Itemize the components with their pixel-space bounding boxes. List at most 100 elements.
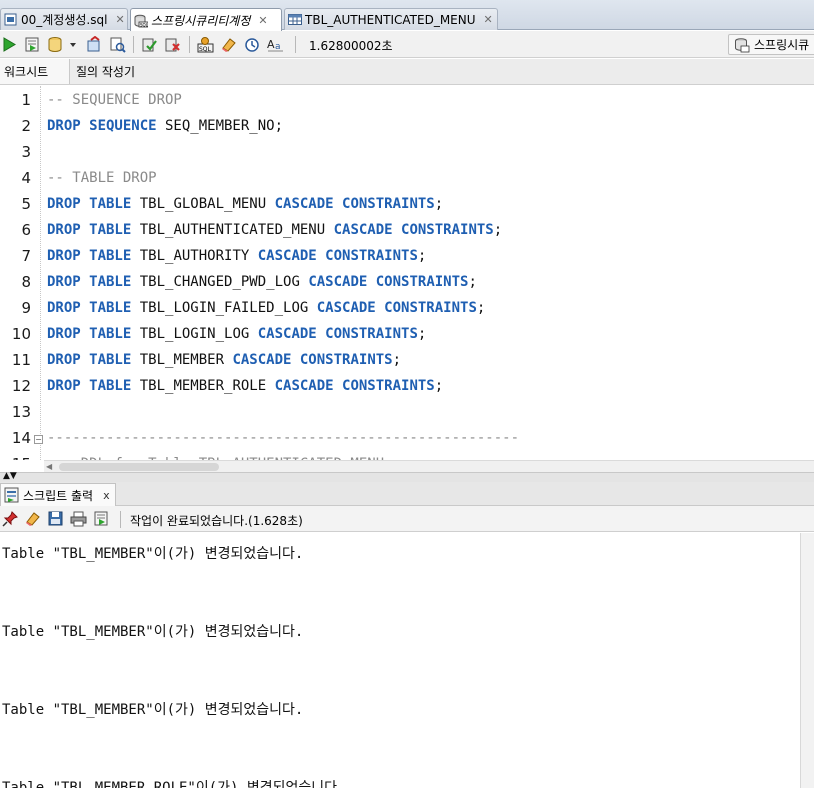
sql-keyword: DROP TABLE <box>47 222 132 238</box>
sql-identifier: ; <box>468 274 477 290</box>
print-icon[interactable] <box>70 510 87 527</box>
rollback-icon[interactable] <box>164 36 181 53</box>
code-line[interactable]: DROP TABLE TBL_AUTHORITY CASCADE CONSTRA… <box>47 248 426 264</box>
history-icon[interactable] <box>243 36 260 53</box>
code-line[interactable]: DROP TABLE TBL_LOGIN_LOG CASCADE CONSTRA… <box>47 326 426 342</box>
sql-keyword: CASCADE CONSTRAINTS <box>232 352 393 368</box>
connection-selector[interactable]: 스프링시큐 <box>728 34 814 55</box>
sql-identifier: ; <box>493 222 503 238</box>
save-icon[interactable] <box>47 510 64 527</box>
sql-identifier: TBL_CHANGED_PWD_LOG <box>131 274 309 290</box>
sql-keyword: DROP TABLE <box>47 274 132 290</box>
sql-identifier: ; <box>434 196 444 212</box>
code-line[interactable]: ----------------------------------------… <box>47 430 519 446</box>
tab-query-builder[interactable]: 질의 작성기 <box>72 59 139 84</box>
scroll-left-icon[interactable]: ◀ <box>46 462 52 471</box>
sql-identifier: TBL_LOGIN_FAILED_LOG <box>131 300 317 316</box>
line-number: 7 <box>21 247 31 265</box>
explain-plan-icon[interactable] <box>109 36 126 53</box>
code-line[interactable]: DROP TABLE TBL_MEMBER_ROLE CASCADE CONST… <box>47 378 443 394</box>
code-line[interactable]: DROP TABLE TBL_CHANGED_PWD_LOG CASCADE C… <box>47 274 477 290</box>
output-line: Table "TBL_MEMBER"이(가) 변경되었습니다. <box>2 546 304 562</box>
line-number: 11 <box>11 351 31 369</box>
task-status: 작업이 완료되었습니다.(1.628초) <box>130 514 303 528</box>
commit-transaction-icon[interactable] <box>141 36 158 53</box>
sql-comment: ----------------------------------------… <box>47 430 520 446</box>
code-line[interactable]: DROP TABLE TBL_GLOBAL_MENU CASCADE CONST… <box>47 196 443 212</box>
script-output-icon <box>4 487 20 503</box>
gutter-divider <box>40 86 41 460</box>
run-script-icon[interactable] <box>24 36 41 53</box>
pin-icon[interactable] <box>2 510 19 527</box>
output-toolbar: 작업이 완료되었습니다.(1.628초) <box>0 506 814 532</box>
db-connection-icon <box>734 37 750 53</box>
line-number: 3 <box>21 143 31 161</box>
worksheet-toolbar: SQL Aa 1.62800002초 스프링시큐 <box>0 31 814 58</box>
code-line[interactable]: -- TABLE DROP <box>47 170 157 186</box>
document-tab-bar: 00_계정생성.sql ✕ SQL 스프링시큐리티계정 ✕ TBL_AUTHEN… <box>0 0 814 31</box>
clear-eraser-icon[interactable] <box>220 36 237 53</box>
sql-identifier: TBL_LOGIN_LOG <box>131 326 258 342</box>
line-number: 13 <box>11 403 31 421</box>
sql-keyword: CASCADE CONSTRAINTS <box>257 248 418 264</box>
chevron-down-icon[interactable] <box>67 36 79 53</box>
output-line: Table "TBL_MEMBER"이(가) 변경되었습니다. <box>2 624 304 640</box>
close-icon[interactable]: ✕ <box>258 14 267 27</box>
sql-identifier: ; <box>392 352 402 368</box>
connection-name: 스프링시큐 <box>754 38 810 52</box>
code-line[interactable]: DROP TABLE TBL_AUTHENTICATED_MENU CASCAD… <box>47 222 502 238</box>
editor-horizontal-scrollbar[interactable]: ◀ <box>44 460 814 472</box>
close-icon[interactable]: ✕ <box>115 13 124 26</box>
editor-mode-tabs: 워크시트 질의 작성기 <box>0 59 814 85</box>
sql-keyword: DROP TABLE <box>47 300 132 316</box>
tab-label: 스프링시큐리티계정 <box>151 13 251 28</box>
tab-ddl-sql-file[interactable]: 00_계정생성.sql ✕ <box>0 8 128 30</box>
commit-icon[interactable] <box>86 35 103 53</box>
close-icon[interactable]: ✕ <box>484 13 493 26</box>
tab-worksheet[interactable]: 워크시트 <box>0 59 70 84</box>
sql-tuning-icon[interactable]: SQL <box>197 36 214 53</box>
script-output-area[interactable]: Table "TBL_MEMBER"이(가) 변경되었습니다. Table "T… <box>0 533 800 788</box>
sql-keyword: CASCADE CONSTRAINTS <box>316 300 477 316</box>
line-number: 4 <box>21 169 31 187</box>
sql-identifier: TBL_AUTHORITY <box>131 248 258 264</box>
line-number: 10 <box>11 325 31 343</box>
database-icon[interactable] <box>47 36 64 53</box>
run-script-icon[interactable] <box>93 510 110 527</box>
toolbar-separator <box>120 511 121 528</box>
collapse-arrows-icon[interactable]: ▲▼ <box>3 472 17 481</box>
toolbar-separator <box>189 36 190 53</box>
code-line[interactable]: DROP TABLE TBL_MEMBER CASCADE CONSTRAINT… <box>47 352 401 368</box>
sql-identifier: TBL_GLOBAL_MENU <box>131 196 275 212</box>
tab-script-output[interactable]: 스크립트 출력 x <box>0 483 116 506</box>
sql-file-icon <box>4 13 17 26</box>
tab-spring-security-worksheet[interactable]: SQL 스프링시큐리티계정 ✕ <box>130 8 282 31</box>
svg-text:SQL: SQL <box>199 46 212 53</box>
output-vertical-scrollbar[interactable] <box>800 533 814 788</box>
scrollbar-thumb[interactable] <box>59 463 219 471</box>
toolbar-separator <box>133 36 134 53</box>
sql-identifier: TBL_MEMBER_ROLE <box>131 378 275 394</box>
sql-keyword: CASCADE CONSTRAINTS <box>274 196 435 212</box>
sql-identifier: ; <box>434 378 444 394</box>
sql-editor[interactable]: 1 -- SEQUENCE DROP 2 DROP SEQUENCE SEQ_MEMB… <box>0 86 814 460</box>
run-statement-icon[interactable] <box>1 36 18 53</box>
line-number: 12 <box>11 377 31 395</box>
sql-identifier: ; <box>417 326 427 342</box>
close-icon[interactable]: x <box>103 489 110 502</box>
code-line[interactable]: DROP TABLE TBL_LOGIN_FAILED_LOG CASCADE … <box>47 300 485 316</box>
code-line[interactable]: -- SEQUENCE DROP <box>47 92 182 108</box>
panel-splitter[interactable]: ▲▼ <box>0 472 814 482</box>
code-line[interactable]: DROP SEQUENCE SEQ_MEMBER_NO; <box>47 118 283 134</box>
sql-identifier: ; <box>417 248 427 264</box>
sql-keyword: DROP TABLE <box>47 326 132 342</box>
tab-label: 질의 작성기 <box>76 65 136 79</box>
clear-eraser-icon[interactable] <box>24 510 41 527</box>
tab-table-authenticated-menu[interactable]: TBL_AUTHENTICATED_MENU ✕ <box>284 8 498 30</box>
fold-toggle-icon[interactable]: − <box>34 435 43 444</box>
elapsed-time: 1.62800002초 <box>309 39 393 53</box>
sql-keyword: CASCADE CONSTRAINTS <box>257 326 418 342</box>
text-case-icon[interactable]: Aa <box>266 36 286 53</box>
line-number: 5 <box>21 195 31 213</box>
tab-label: TBL_AUTHENTICATED_MENU <box>305 12 476 27</box>
